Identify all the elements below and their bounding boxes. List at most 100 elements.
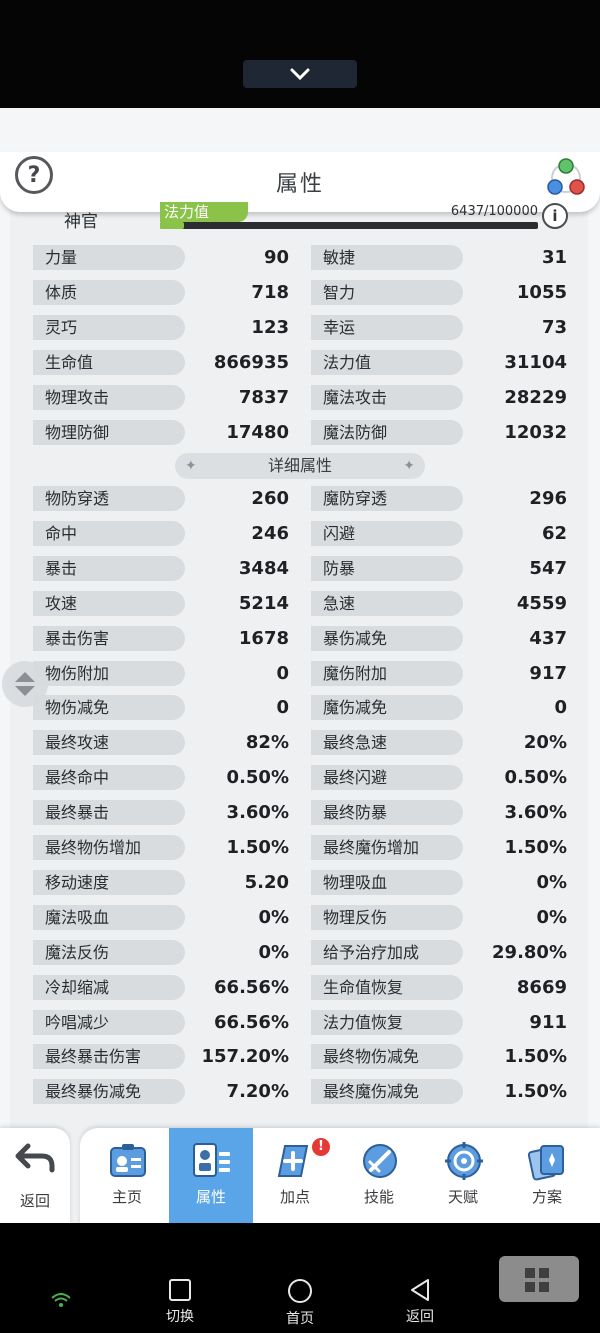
back-tab[interactable]: 返回: [0, 1128, 70, 1223]
sparkle-icon: ✦: [403, 458, 415, 474]
left-right-arrows-icon: [15, 672, 35, 696]
mp-progress-bar: [160, 222, 538, 229]
info-button[interactable]: i: [542, 203, 568, 229]
stat-label: 魔法防御: [311, 420, 463, 445]
tab-home-label: 主页: [111, 1188, 142, 1206]
stat-row: 法力值恢复 911: [311, 1009, 567, 1036]
stat-label: 最终物伤增加: [33, 835, 185, 860]
stat-row: 防暴 547: [311, 555, 567, 582]
stat-value: 12032: [504, 422, 567, 443]
system-back-button[interactable]: 返回: [390, 1278, 450, 1326]
stat-value: 0: [276, 697, 289, 719]
stat-value: 866935: [213, 352, 289, 373]
stat-row: 魔法反伤 0%: [33, 939, 289, 966]
stat-row: 命中 246: [33, 520, 289, 547]
sparkle-icon: ✦: [185, 458, 197, 474]
stat-row: 冷却缩减 66.56%: [33, 974, 289, 1001]
stat-label: 魔伤减免: [311, 695, 463, 721]
stat-value: 3.60%: [504, 802, 567, 824]
chevron-down-icon: [290, 68, 310, 81]
stat-row: 幸运 73: [311, 314, 567, 341]
section-title-details: ✦ 详细属性 ✦: [175, 453, 425, 479]
tab-plans-label: 方案: [531, 1188, 562, 1206]
stat-label: 智力: [311, 280, 463, 305]
stat-row: 魔伤减免 0: [311, 694, 567, 721]
system-switch-button[interactable]: 切换: [150, 1278, 210, 1326]
stat-label: 魔法攻击: [311, 385, 463, 410]
stat-row: 魔法吸血 0%: [33, 904, 289, 931]
stat-value: 28229: [504, 387, 567, 408]
stat-label: 最终暴伤减免: [33, 1079, 185, 1105]
stat-row: 力量 90: [33, 244, 289, 271]
stat-row: 最终攻速 82%: [33, 729, 289, 756]
stat-value: 917: [529, 662, 567, 684]
circle-icon: [288, 1279, 312, 1303]
talent-icon: [445, 1142, 483, 1180]
stat-value: 0.50%: [504, 767, 567, 789]
tab-attributes[interactable]: 属性: [169, 1128, 253, 1223]
attributes-icon: [193, 1143, 230, 1177]
tab-add-points[interactable]: ! 加点: [253, 1128, 337, 1223]
side-nav-handle[interactable]: [2, 661, 48, 707]
stat-value: 1.50%: [504, 837, 567, 858]
tab-add-points-label: 加点: [279, 1188, 310, 1206]
tab-skills[interactable]: 技能: [337, 1128, 421, 1223]
page-title: 属性: [275, 172, 324, 197]
stat-label: 魔法吸血: [33, 904, 185, 930]
stat-value: 7837: [238, 387, 289, 408]
stat-row: 物理吸血 0%: [311, 869, 567, 896]
stat-row: 魔伤附加 917: [311, 660, 567, 687]
stat-label: 冷却缩减: [33, 974, 185, 1000]
notification-badge: !: [312, 1138, 330, 1156]
collapse-button[interactable]: [243, 60, 357, 88]
stat-label: 灵巧: [33, 315, 185, 340]
stat-row: 最终物伤减免 1.50%: [311, 1043, 567, 1070]
stat-label: 最终魔伤增加: [311, 835, 463, 860]
stat-label: 最终魔伤减免: [311, 1079, 463, 1105]
stat-value: 20%: [523, 732, 567, 754]
stat-value: 29.80%: [492, 941, 567, 963]
stat-row: 闪避 62: [311, 520, 567, 547]
stat-label: 幸运: [311, 315, 463, 340]
tab-home[interactable]: 主页: [85, 1128, 169, 1223]
stat-value: 82%: [245, 732, 289, 754]
stat-row: 魔法攻击 28229: [311, 384, 567, 411]
stat-label: 法力值恢复: [311, 1009, 463, 1035]
stat-value: 0%: [258, 906, 289, 928]
stat-label: 物理攻击: [33, 385, 185, 410]
stat-value: 0: [276, 662, 289, 684]
tab-talent[interactable]: 天赋: [421, 1128, 505, 1223]
stat-row: 急速 4559: [311, 590, 567, 617]
stat-row: 最终物伤增加 1.50%: [33, 834, 289, 861]
elements-icon[interactable]: [544, 156, 588, 200]
stat-label: 魔法反伤: [33, 939, 185, 965]
back-tab-label: 返回: [19, 1192, 50, 1210]
stat-value: 0%: [536, 871, 567, 893]
system-home-button[interactable]: 首页: [270, 1278, 330, 1328]
tab-talent-label: 天赋: [447, 1188, 478, 1206]
stat-row: 暴伤减免 437: [311, 625, 567, 652]
stat-value: 1.50%: [504, 1081, 567, 1103]
system-switch-label: 切换: [166, 1309, 194, 1325]
triangle-back-icon: [411, 1279, 429, 1301]
stat-row: 物理防御 17480: [33, 419, 289, 446]
character-class: 神官: [64, 212, 98, 232]
stat-value: 0.50%: [226, 767, 289, 789]
stat-row: 敏捷 31: [311, 244, 567, 271]
stat-label: 移动速度: [33, 869, 185, 895]
stat-row: 生命值 866935: [33, 349, 289, 376]
stat-value: 5214: [238, 592, 289, 614]
stat-row: 物伤附加 0: [33, 660, 289, 687]
back-arrow-icon: [15, 1143, 55, 1173]
system-home-label: 首页: [286, 1311, 314, 1327]
square-icon: [169, 1279, 191, 1301]
stat-label: 吟唱减少: [33, 1009, 185, 1035]
stat-label: 法力值: [311, 350, 463, 375]
tab-plans[interactable]: 方案: [505, 1128, 589, 1223]
stat-row: 最终暴击 3.60%: [33, 799, 289, 826]
stat-row: 移动速度 5.20: [33, 869, 289, 896]
stat-value: 1055: [516, 282, 567, 303]
stat-label: 生命值恢复: [311, 974, 463, 1000]
skill-sword-icon: [363, 1144, 397, 1178]
stat-row: 最终魔伤减免 1.50%: [311, 1078, 567, 1105]
